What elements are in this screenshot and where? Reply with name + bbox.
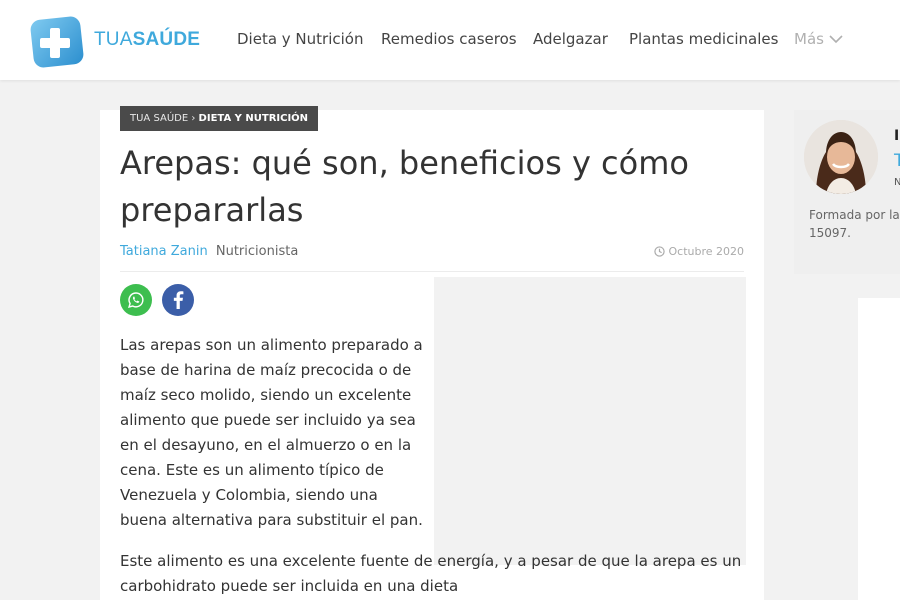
author-line: Tatiana Zanin Nutricionista	[120, 244, 298, 259]
nav-item-remedios[interactable]: Remedios caseros	[381, 30, 517, 48]
facebook-icon	[173, 291, 184, 309]
sidebar-ad-placeholder	[858, 298, 900, 600]
whatsapp-icon	[128, 292, 144, 309]
publish-date: Octubre 2020	[654, 245, 744, 258]
sidebar-author-name[interactable]: T	[894, 151, 900, 171]
sidebar-author-description: Formada por la Santos con regis 15097.	[809, 208, 900, 240]
sidebar-author-meta: N	[894, 177, 900, 188]
chevron-down-icon[interactable]	[829, 35, 843, 44]
nav-item-plantas[interactable]: Plantas medicinales	[629, 30, 778, 48]
breadcrumb: TUA SAÚDE › DIETA Y NUTRICIÓN	[120, 106, 319, 131]
article-card: TUA SAÚDE › DIETA Y NUTRICIÓN Arepas: qu…	[100, 106, 764, 600]
article-paragraph-2: Este alimento es una excelente fuente de…	[120, 552, 742, 595]
plus-cross-logo-icon[interactable]	[30, 12, 86, 68]
nav-item-dieta[interactable]: Dieta y Nutrición	[237, 30, 363, 48]
breadcrumb-separator: ›	[191, 113, 196, 124]
site-header: TUASAÚDE Dieta y Nutrición Remedios case…	[0, 0, 900, 80]
nav-item-mas[interactable]: Más	[794, 30, 824, 48]
breadcrumb-home[interactable]: TUA SAÚDE	[130, 113, 188, 124]
page-title: Arepas: qué son, beneficios y cómo prepa…	[120, 144, 689, 229]
share-facebook-button[interactable]	[162, 284, 194, 316]
clock-icon	[654, 246, 666, 257]
share-whatsapp-button[interactable]	[120, 284, 152, 316]
article-paragraph-1: Las arepas son un alimento preparado a b…	[120, 336, 423, 529]
author-role: Nutricionista	[215, 244, 299, 259]
logo-suffix: SAÚDE	[132, 29, 201, 50]
sidebar-heading-fragment: I	[894, 128, 900, 144]
publish-date-text: Octubre 2020	[668, 245, 744, 258]
divider	[120, 271, 744, 272]
ad-placeholder	[434, 277, 746, 565]
author-card: I T N Formada por la Santos con regis 15…	[794, 110, 900, 274]
site-logo-text[interactable]: TUASAÚDE	[94, 29, 200, 51]
nav-item-adelgazar[interactable]: Adelgazar	[533, 30, 608, 48]
logo-prefix: TUA	[94, 29, 133, 50]
breadcrumb-section[interactable]: DIETA Y NUTRICIÓN	[199, 113, 309, 124]
avatar[interactable]	[804, 120, 878, 194]
author-name[interactable]: Tatiana Zanin	[120, 244, 208, 259]
